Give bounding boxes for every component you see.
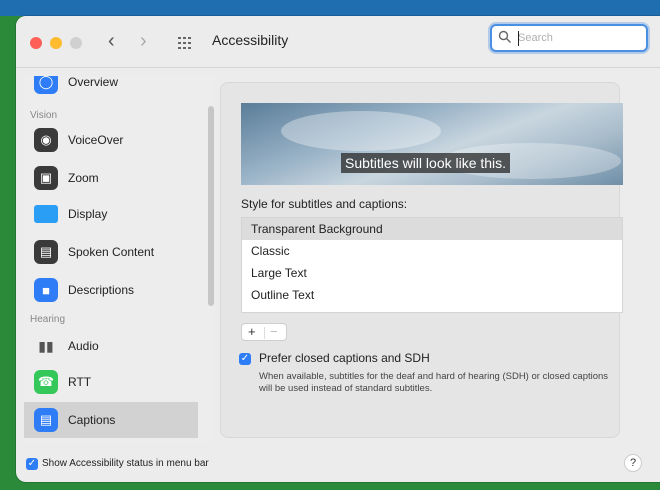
rtt-icon: ☎ (34, 370, 58, 394)
remove-style-button[interactable]: − (270, 324, 278, 340)
style-row-transparent-background[interactable]: Transparent Background (242, 218, 622, 240)
show-status-menu-label[interactable]: Show Accessibility status in menu bar (42, 458, 209, 469)
divider (264, 327, 265, 339)
desktop-top-strip (0, 0, 660, 16)
sidebar-item-label: RTT (68, 375, 92, 389)
sidebar-item-captions[interactable]: ▤ Captions (24, 402, 198, 438)
sidebar-item-zoom[interactable]: ▣ Zoom (24, 160, 198, 196)
style-row-large-text[interactable]: Large Text (242, 262, 622, 284)
spoken-content-icon: ▤ (34, 240, 58, 264)
minimize-window-button[interactable] (50, 37, 62, 49)
sidebar-item-rtt[interactable]: ☎ RTT (24, 364, 198, 400)
sidebar-item-label: VoiceOver (68, 133, 124, 147)
add-style-button[interactable]: + (248, 324, 256, 340)
text-caret (518, 31, 519, 46)
sidebar: ◯ Overview Vision ◉ VoiceOver ▣ Zoom Dis… (24, 76, 214, 442)
sidebar-item-display[interactable]: Display (24, 196, 198, 232)
overview-icon: ◯ (34, 76, 58, 94)
close-window-button[interactable] (30, 37, 42, 49)
sidebar-item-voiceover[interactable]: ◉ VoiceOver (24, 122, 198, 158)
sidebar-item-label: Spoken Content (68, 245, 155, 259)
preferences-window: ‹ › Accessibility ◯ Overview Vision ◉ Vo… (16, 16, 660, 482)
sidebar-item-label: Overview (68, 76, 119, 89)
subtitle-style-list: Transparent Background Classic Large Tex… (241, 217, 623, 313)
prefer-closed-captions-label[interactable]: Prefer closed captions and SDH (259, 351, 430, 365)
search-input[interactable] (518, 29, 638, 47)
preview-cloud (281, 111, 441, 151)
captions-icon: ▤ (34, 408, 58, 432)
audio-icon: ▮▮ (38, 337, 54, 354)
zoom-icon: ▣ (34, 166, 58, 190)
sidebar-item-label: Descriptions (68, 283, 135, 297)
display-icon (34, 205, 58, 223)
window-title: Accessibility (212, 32, 289, 48)
voiceover-icon: ◉ (34, 128, 58, 152)
section-header-hearing: Hearing (30, 314, 66, 325)
captions-pane: Subtitles will look like this. Style for… (220, 82, 623, 438)
title-bar: ‹ › Accessibility (16, 16, 660, 68)
style-row-outline-text[interactable]: Outline Text (242, 284, 622, 306)
sidebar-item-label: Display (68, 207, 108, 221)
subtitle-preview: Subtitles will look like this. (241, 103, 623, 185)
sidebar-scroll-thumb[interactable] (208, 106, 214, 306)
style-row-classic[interactable]: Classic (242, 240, 622, 262)
sidebar-item-spoken-content[interactable]: ▤ Spoken Content (24, 234, 198, 270)
sidebar-item-label: Captions (68, 413, 116, 427)
search-field[interactable] (490, 24, 648, 52)
zoom-window-button[interactable] (70, 37, 82, 49)
forward-button[interactable]: › (140, 29, 147, 53)
sidebar-item-overview[interactable]: ◯ Overview (24, 76, 198, 100)
back-button[interactable]: ‹ (108, 29, 115, 53)
search-icon (498, 30, 511, 43)
sidebar-item-descriptions[interactable]: ■ Descriptions (24, 272, 198, 308)
style-label: Style for subtitles and captions: (241, 197, 408, 211)
prefer-closed-captions-checkbox[interactable]: ✓ (239, 353, 251, 365)
sidebar-scrollbar[interactable] (208, 106, 214, 306)
section-header-vision: Vision (30, 110, 58, 121)
show-status-menu-checkbox[interactable]: ✓ (26, 458, 38, 470)
sidebar-item-label: Audio (68, 339, 99, 353)
add-remove-style-control: + − (241, 323, 287, 341)
help-button[interactable]: ? (624, 454, 642, 472)
prefer-closed-captions-description: When available, subtitles for the deaf a… (259, 371, 609, 394)
sidebar-item-audio[interactable]: ▮▮ Audio (24, 328, 198, 364)
descriptions-icon: ■ (34, 278, 58, 302)
sidebar-item-label: Zoom (68, 171, 99, 185)
subtitle-sample-text: Subtitles will look like this. (341, 153, 511, 173)
show-all-grid-icon[interactable] (178, 37, 192, 49)
